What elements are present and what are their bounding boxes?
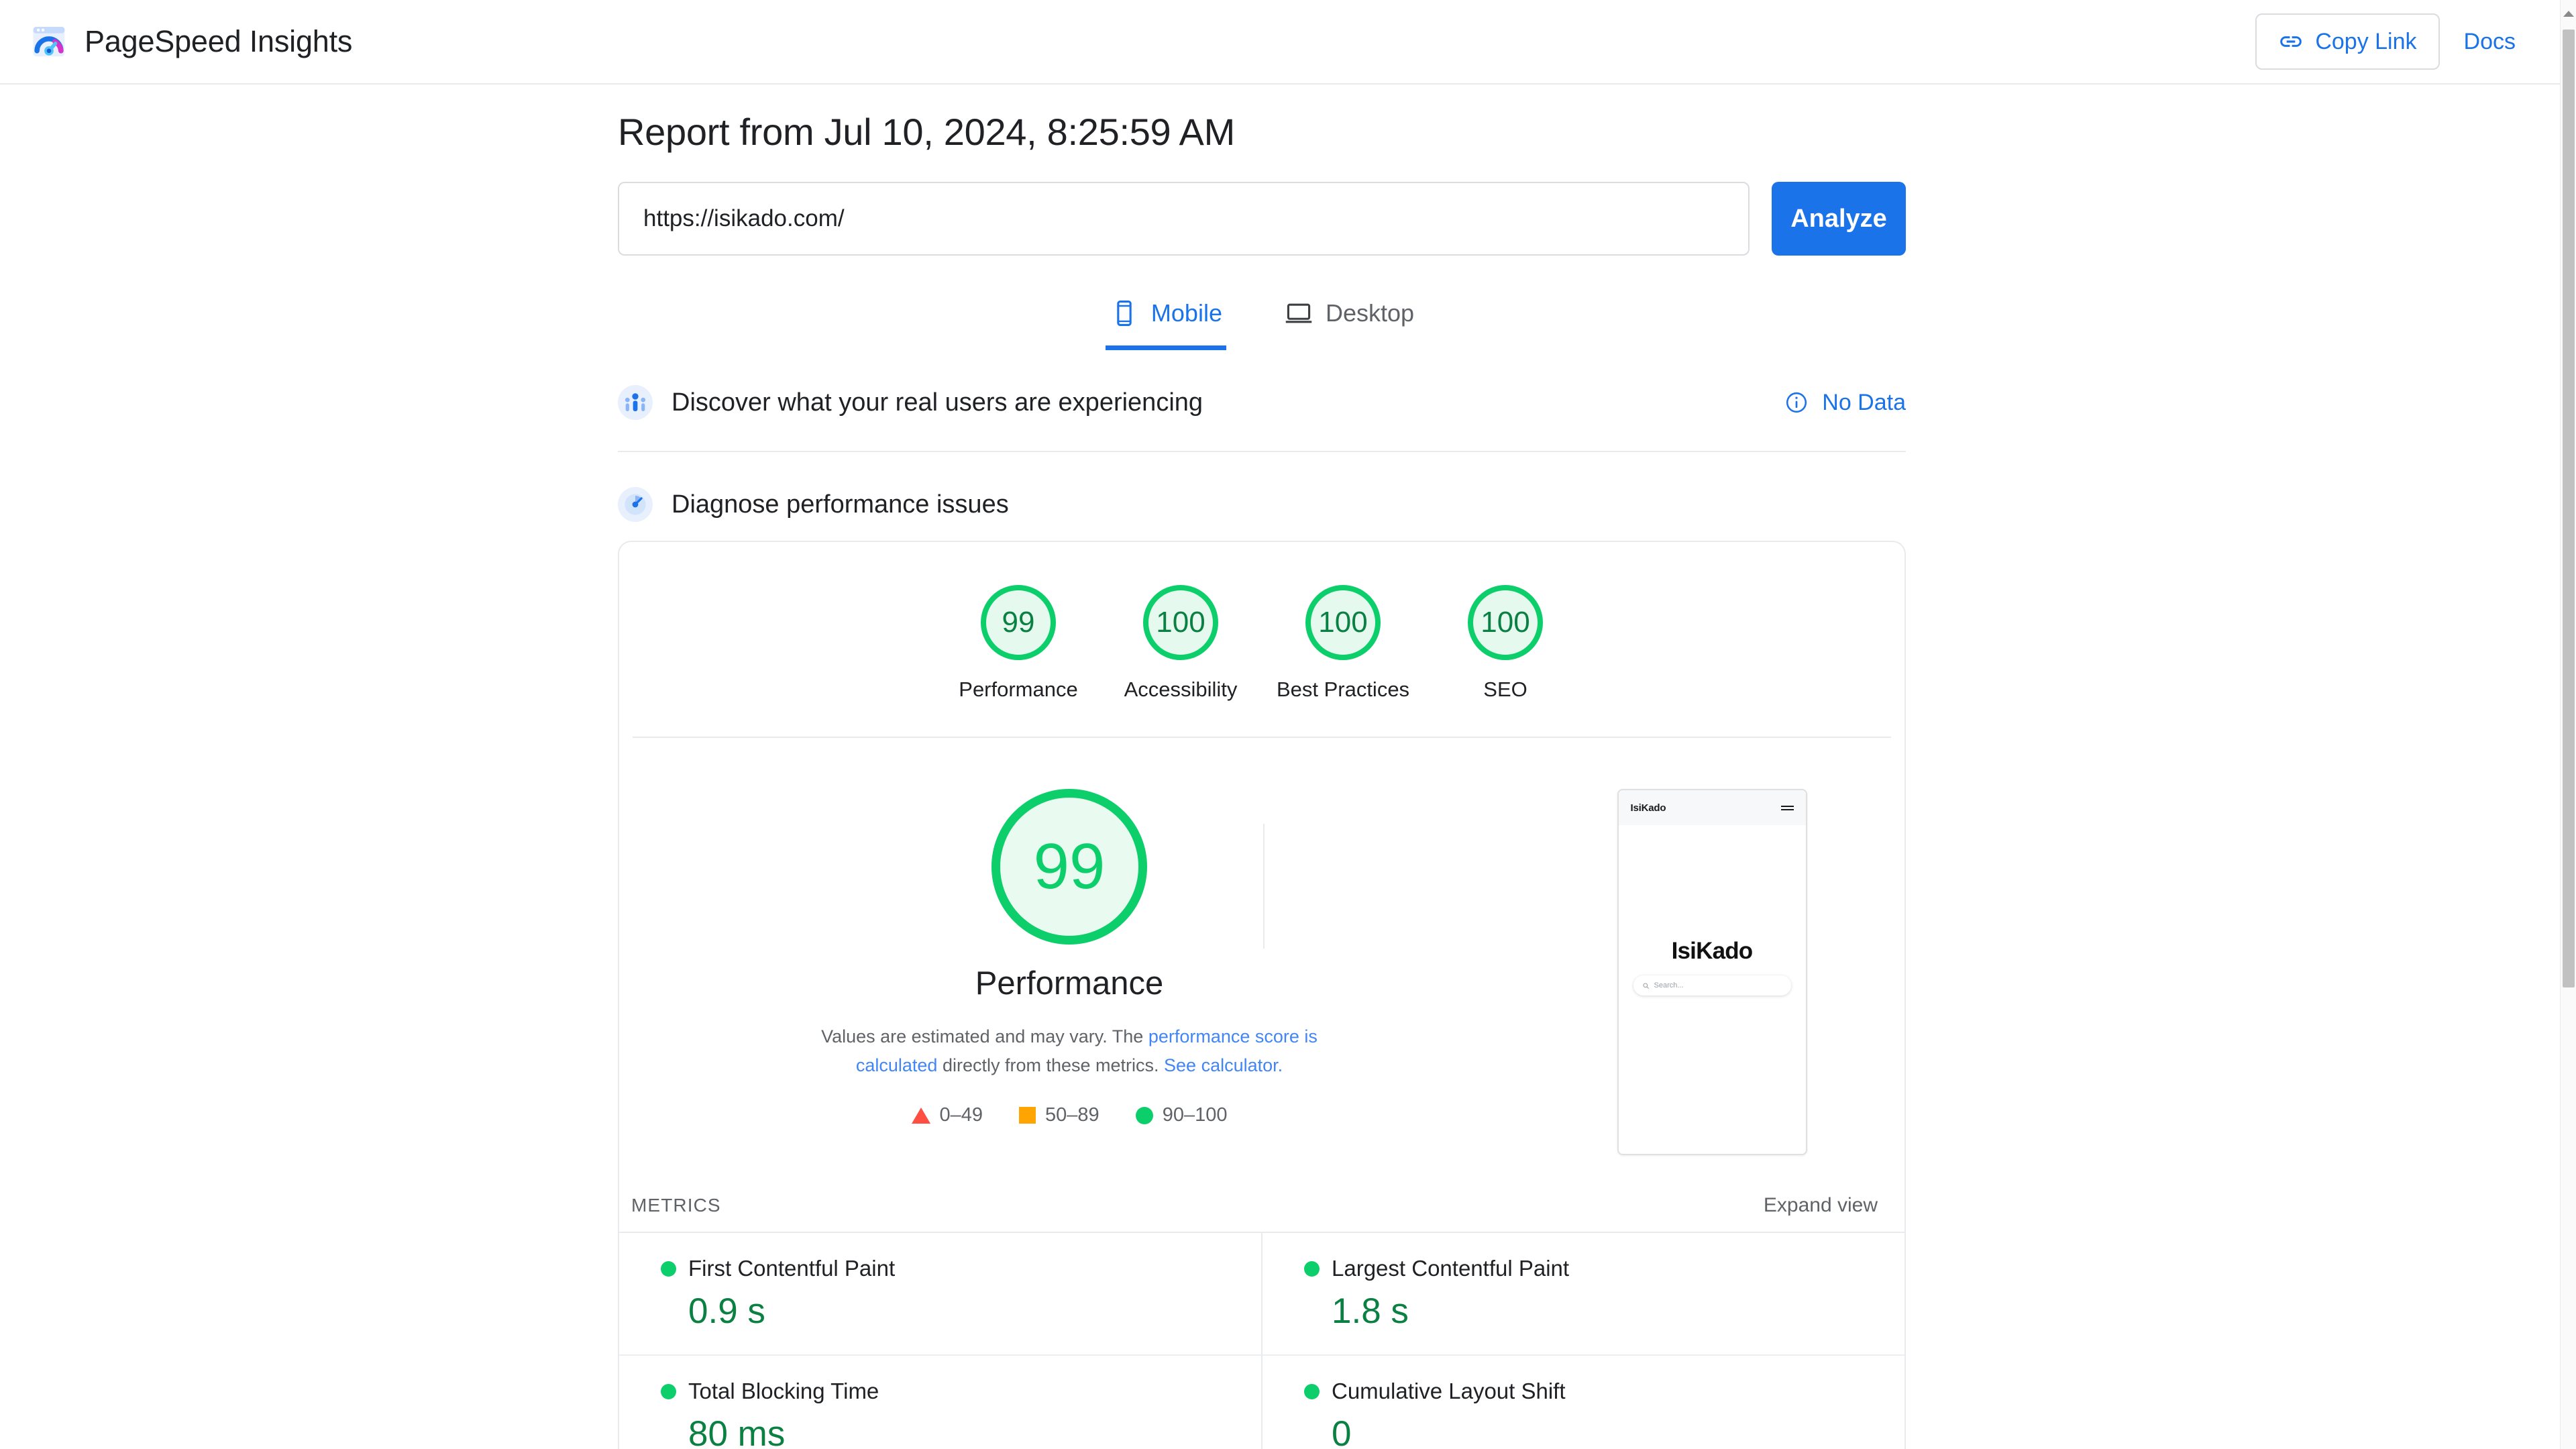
metric-value: 0.9 s	[688, 1291, 1261, 1332]
category-scores: 99 Performance 100 Accessibility 100 Bes…	[633, 542, 1891, 738]
metric-name: Cumulative Layout Shift	[1332, 1379, 1566, 1404]
tab-desktop[interactable]: Desktop	[1280, 293, 1418, 350]
url-input[interactable]	[618, 182, 1750, 256]
metrics-header: METRICS Expand view	[619, 1155, 1904, 1232]
search-icon	[1642, 982, 1650, 989]
diagnose-icon	[618, 487, 653, 522]
thumbnail-body: IsiKado Search...	[1619, 802, 1806, 1131]
triangle-fail-icon	[912, 1108, 930, 1124]
expand-view-button[interactable]: Expand view	[1764, 1194, 1878, 1217]
header-actions: Copy Link Docs	[2255, 13, 2521, 70]
tab-mobile-label: Mobile	[1151, 299, 1222, 327]
gauge-performance-label: Performance	[959, 678, 1077, 702]
diagnose-heading: Diagnose performance issues	[618, 487, 1009, 522]
legend-fail-range: 0–49	[940, 1104, 983, 1126]
metric-value: 1.8 s	[1332, 1291, 1904, 1332]
square-average-icon	[1019, 1107, 1036, 1124]
metrics-grid: First Contentful Paint 0.9 s Total Block…	[619, 1232, 1904, 1449]
metric-row[interactable]: Largest Contentful Paint 1.8 s	[1263, 1233, 1904, 1356]
metric-status-dot	[661, 1261, 676, 1277]
metric-name: Total Blocking Time	[688, 1379, 879, 1404]
performance-score-circle: 99	[991, 789, 1147, 945]
gauge-accessibility-score: 100	[1143, 585, 1218, 660]
analyze-button[interactable]: Analyze	[1772, 182, 1906, 256]
legend-pass-range: 90–100	[1163, 1104, 1228, 1126]
metric-name: First Contentful Paint	[688, 1256, 895, 1281]
metric-row[interactable]: Cumulative Layout Shift 0	[1263, 1356, 1904, 1449]
legend-average-range: 50–89	[1045, 1104, 1099, 1126]
metrics-column-left: First Contentful Paint 0.9 s Total Block…	[619, 1233, 1263, 1449]
no-data-label: No Data	[1822, 390, 1906, 416]
gauge-best-practices[interactable]: 100 Best Practices	[1262, 585, 1424, 702]
gauge-accessibility-label: Accessibility	[1124, 678, 1238, 702]
legend-item-pass: 90–100	[1136, 1104, 1228, 1126]
field-data-heading: Discover what your real users are experi…	[618, 385, 1203, 420]
metric-value: 80 ms	[688, 1413, 1261, 1449]
url-form: Analyze	[618, 182, 1906, 256]
thumbnail-search-box: Search...	[1633, 975, 1791, 996]
copy-link-label: Copy Link	[2315, 29, 2416, 55]
page-title: Report from Jul 10, 2024, 8:25:59 AM	[618, 110, 1906, 154]
metric-row[interactable]: First Contentful Paint 0.9 s	[619, 1233, 1261, 1356]
hero-score-block: 99 Performance Values are estimated and …	[619, 789, 1519, 1126]
device-tabs: Mobile Desktop	[618, 293, 1906, 350]
circle-pass-icon	[1136, 1107, 1153, 1124]
field-data-title: Discover what your real users are experi…	[672, 388, 1203, 417]
vertical-scrollbar[interactable]	[2560, 0, 2576, 1449]
thumbnail-heading: IsiKado	[1672, 938, 1753, 965]
tab-mobile[interactable]: Mobile	[1106, 293, 1226, 350]
desktop-icon	[1284, 299, 1313, 328]
screenshot-preview: IsiKado IsiKado	[1519, 789, 1904, 1155]
content-column: Report from Jul 10, 2024, 8:25:59 AM Ana…	[618, 85, 1906, 1449]
legend-item-average: 50–89	[1019, 1104, 1099, 1126]
page-scroll-area: Report from Jul 10, 2024, 8:25:59 AM Ana…	[0, 85, 2560, 1449]
gauge-seo[interactable]: 100 SEO	[1424, 585, 1587, 702]
note-middle: directly from these metrics.	[937, 1055, 1164, 1075]
metric-name: Largest Contentful Paint	[1332, 1256, 1569, 1281]
diagnose-title: Diagnose performance issues	[672, 490, 1009, 519]
tab-desktop-label: Desktop	[1326, 299, 1414, 327]
copy-link-button[interactable]: Copy Link	[2255, 13, 2439, 70]
metrics-label: METRICS	[631, 1195, 721, 1216]
performance-hero: 99 Performance Values are estimated and …	[619, 738, 1904, 1155]
metric-status-dot	[661, 1384, 676, 1399]
info-icon[interactable]	[1784, 390, 1809, 415]
metric-status-dot	[1304, 1384, 1320, 1399]
metric-row[interactable]: Total Blocking Time 80 ms	[619, 1356, 1261, 1449]
metric-value: 0	[1332, 1413, 1904, 1449]
field-data-status[interactable]: No Data	[1784, 390, 1906, 416]
performance-score-label: Performance	[975, 965, 1164, 1002]
performance-note: Values are estimated and may vary. The p…	[791, 1022, 1348, 1080]
score-legend: 0–49 50–89 90–100	[912, 1104, 1228, 1126]
app-title: PageSpeed Insights	[85, 24, 352, 59]
pagespeed-logo-icon	[27, 19, 71, 64]
gauge-seo-label: SEO	[1483, 678, 1527, 702]
hero-divider	[1263, 824, 1265, 949]
page-thumbnail[interactable]: IsiKado IsiKado	[1617, 789, 1807, 1155]
scrollbar-thumb[interactable]	[2563, 30, 2575, 987]
note-prefix: Values are estimated and may vary. The	[821, 1026, 1148, 1046]
legend-item-fail: 0–49	[912, 1104, 983, 1126]
gauge-performance-score: 99	[981, 585, 1056, 660]
link-icon	[2278, 29, 2304, 54]
app-header: PageSpeed Insights Copy Link Docs	[0, 0, 2560, 85]
field-data-section: Discover what your real users are experi…	[618, 350, 1906, 452]
gauge-best-practices-label: Best Practices	[1277, 678, 1409, 702]
gauge-seo-score: 100	[1468, 585, 1543, 660]
gauge-performance[interactable]: 99 Performance	[937, 585, 1099, 702]
scroll-up-arrow-icon[interactable]	[2563, 11, 2574, 17]
gauge-best-practices-score: 100	[1305, 585, 1381, 660]
gauge-accessibility[interactable]: 100 Accessibility	[1099, 585, 1262, 702]
real-users-icon	[618, 385, 653, 420]
diagnose-section-heading: Diagnose performance issues	[618, 452, 1906, 541]
thumbnail-search-placeholder: Search...	[1654, 981, 1684, 989]
metrics-column-right: Largest Contentful Paint 1.8 s Cumulativ…	[1263, 1233, 1904, 1449]
diagnose-card: 99 Performance 100 Accessibility 100 Bes…	[618, 541, 1906, 1449]
metric-status-dot	[1304, 1261, 1320, 1277]
docs-link[interactable]: Docs	[2464, 29, 2521, 55]
see-calculator-link[interactable]: See calculator.	[1164, 1055, 1283, 1075]
mobile-icon	[1110, 299, 1139, 328]
brand[interactable]: PageSpeed Insights	[27, 19, 352, 64]
